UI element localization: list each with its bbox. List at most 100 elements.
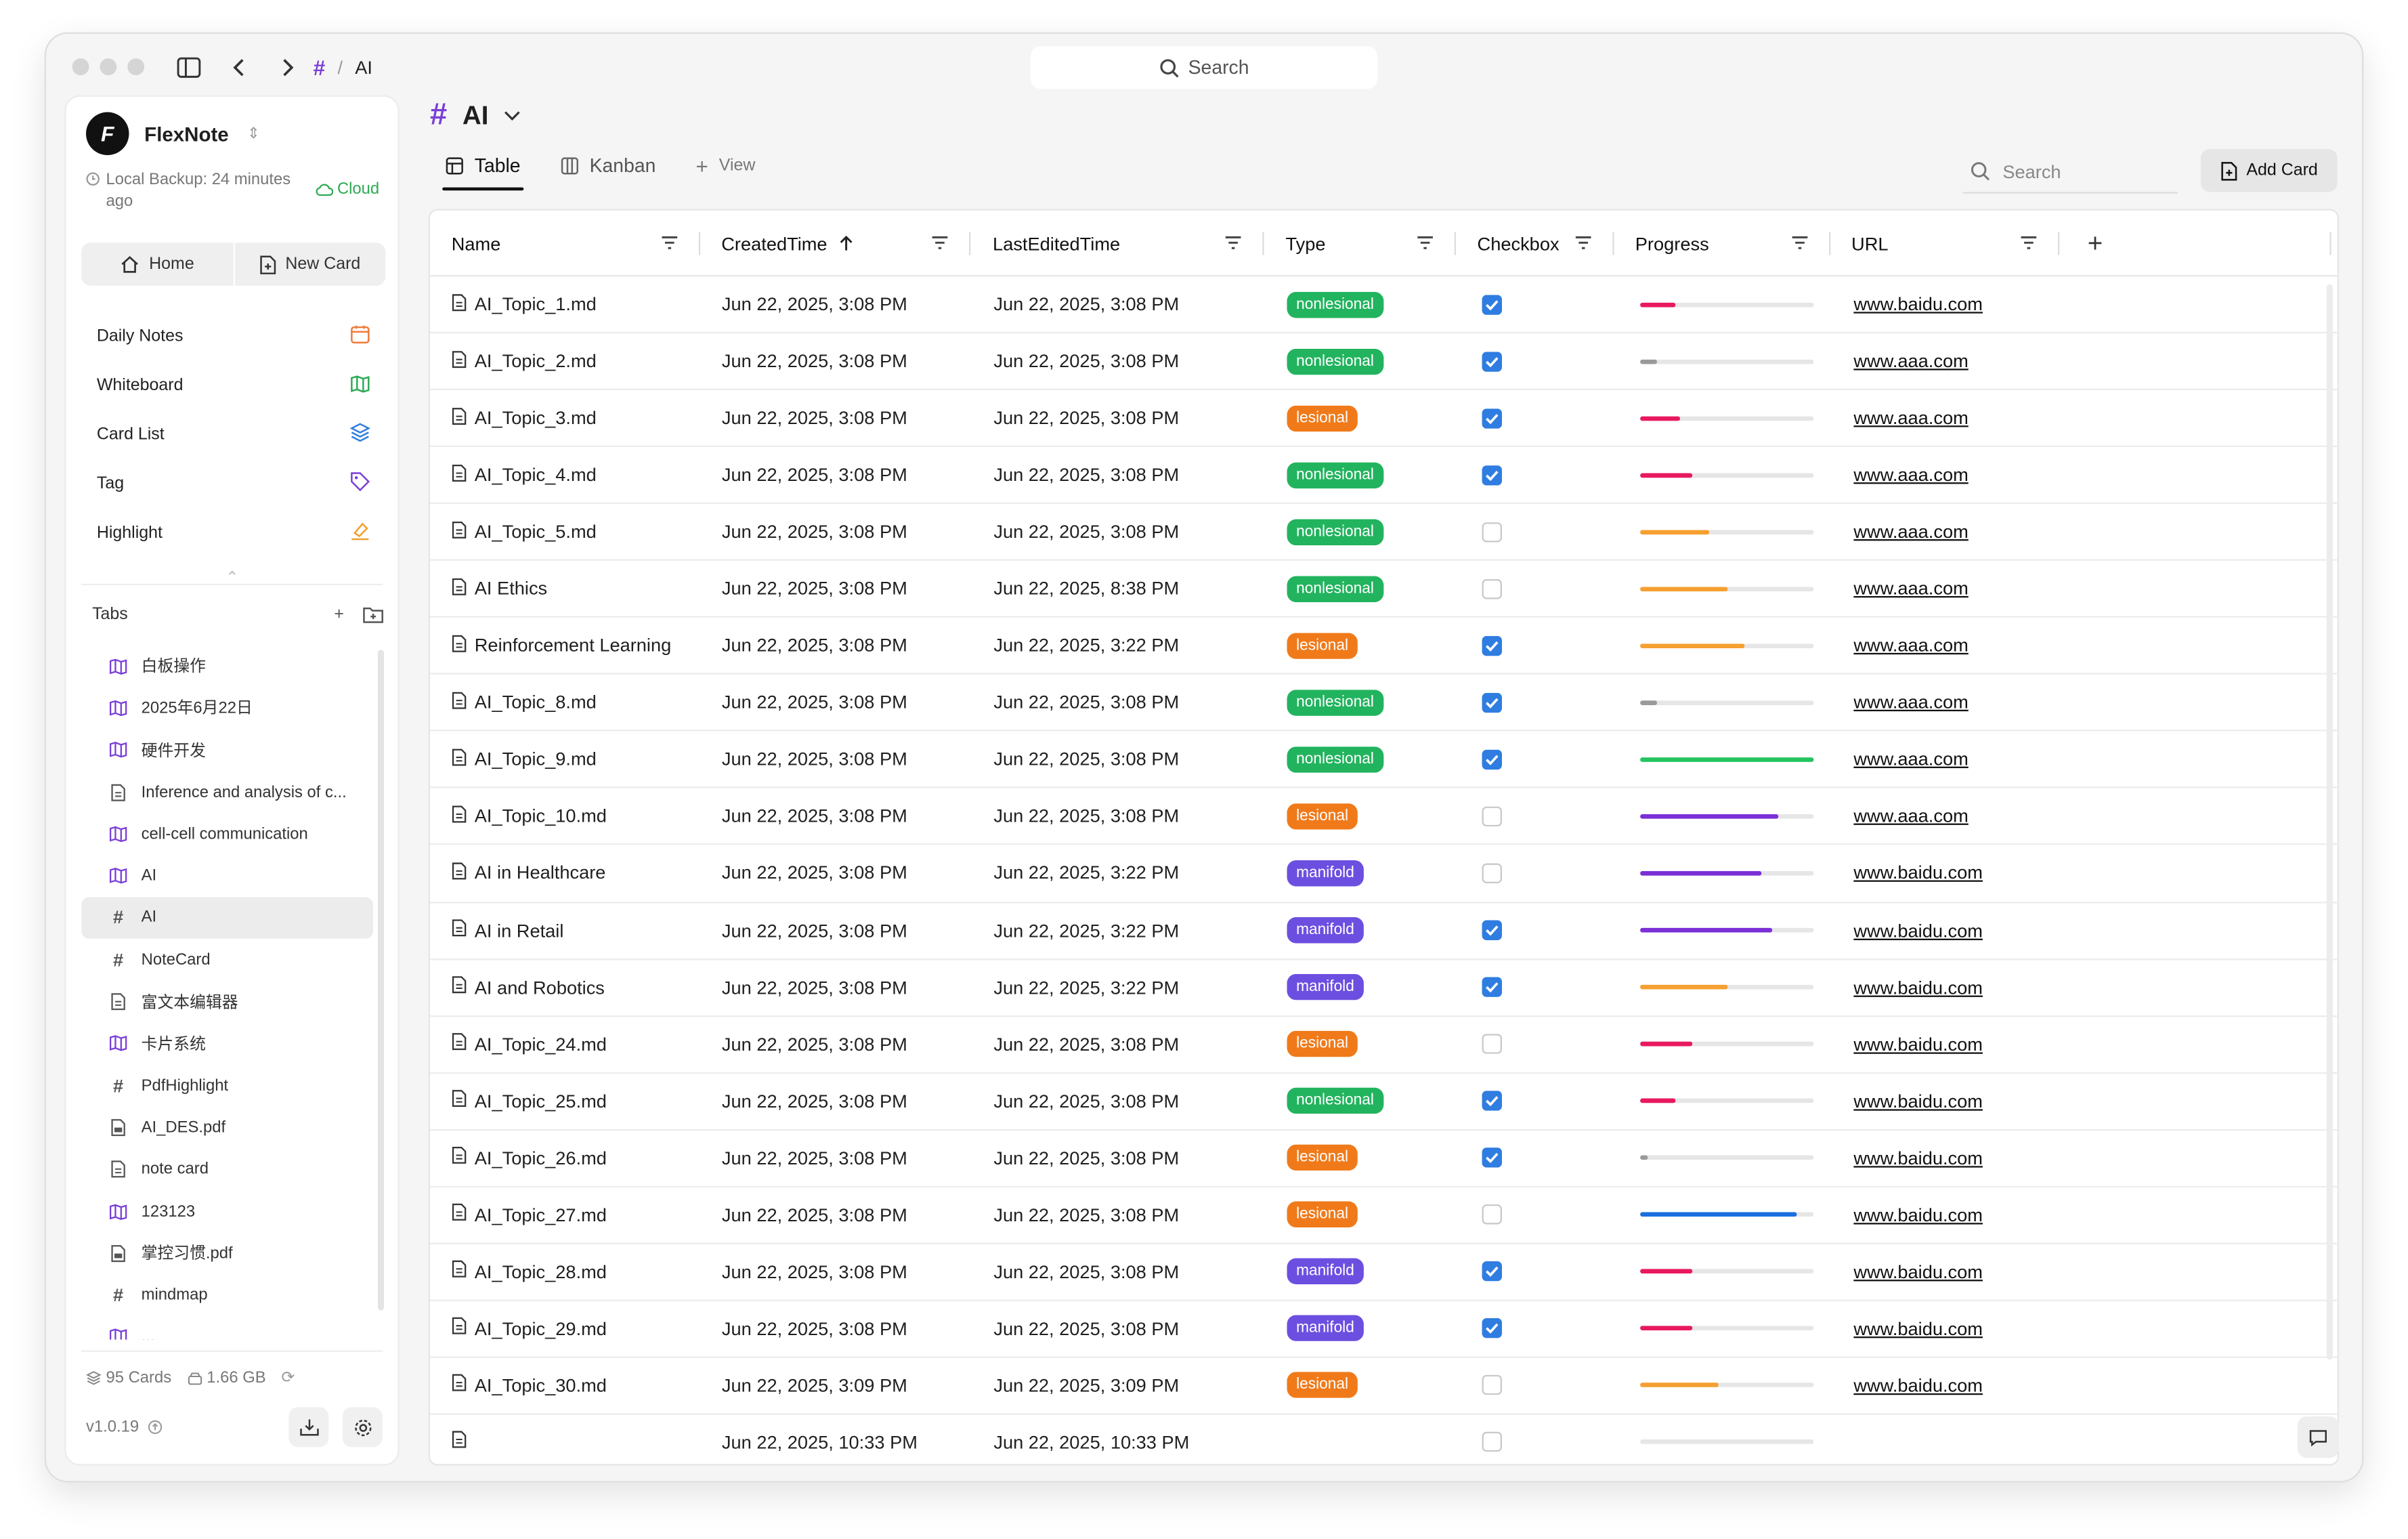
url-link[interactable]: www.aaa.com [1853, 407, 1968, 429]
cell-type[interactable]: nonlesional [1266, 575, 1457, 602]
row-checkbox[interactable] [1482, 578, 1503, 599]
tab-item[interactable]: 123123 [81, 1190, 373, 1232]
tab-item[interactable]: AI [81, 855, 373, 897]
tab-item[interactable]: # AI [81, 896, 374, 939]
table-row[interactable]: AI in Retail Jun 22, 2025, 3:08 PM Jun 2… [430, 902, 2338, 960]
cell-name[interactable]: AI_Topic_9.md [430, 748, 700, 771]
sidebar-item-card-list[interactable]: Card List [81, 410, 385, 460]
cell-type[interactable]: manifold [1266, 917, 1457, 944]
column-header-type[interactable]: Type [1264, 211, 1456, 277]
row-checkbox[interactable] [1482, 1147, 1503, 1168]
url-link[interactable]: www.baidu.com [1853, 1033, 1983, 1055]
cell-progress[interactable] [1616, 984, 1832, 990]
table-row[interactable]: AI_Topic_25.md Jun 22, 2025, 3:08 PM Jun… [430, 1073, 2338, 1131]
url-link[interactable]: www.aaa.com [1853, 578, 1968, 599]
table-row[interactable]: AI and Robotics Jun 22, 2025, 3:08 PM Ju… [430, 959, 2338, 1017]
row-checkbox[interactable] [1482, 806, 1503, 826]
cell-progress[interactable] [1616, 870, 1832, 876]
url-link[interactable]: www.baidu.com [1853, 293, 1983, 315]
url-link[interactable]: www.baidu.com [1853, 1147, 1983, 1168]
cell-progress[interactable] [1616, 643, 1832, 648]
sort-asc-icon[interactable] [838, 235, 853, 252]
cell-progress[interactable] [1616, 1212, 1832, 1217]
home-button[interactable]: Home [81, 243, 234, 286]
cell-progress[interactable] [1616, 415, 1832, 421]
url-link[interactable]: www.aaa.com [1853, 692, 1968, 713]
sidebar-toggle-icon[interactable] [175, 54, 203, 81]
cell-name[interactable] [430, 1431, 700, 1454]
upgrade-icon[interactable] [148, 1420, 164, 1435]
cell-progress[interactable] [1616, 1326, 1832, 1331]
cell-progress[interactable] [1616, 757, 1832, 762]
add-column-button[interactable]: + [2060, 211, 2338, 277]
new-card-button[interactable]: New Card [234, 243, 385, 286]
column-header-createdtime[interactable]: CreatedTime [700, 211, 972, 277]
global-search[interactable]: Search [1030, 46, 1378, 89]
cell-type[interactable]: lesional [1266, 1145, 1457, 1171]
cell-progress[interactable] [1616, 529, 1832, 534]
tab-item[interactable]: 硬件开发 [81, 729, 373, 771]
cell-name[interactable]: AI_Topic_30.md [430, 1374, 700, 1397]
breadcrumb-current[interactable]: AI [355, 57, 372, 79]
row-checkbox[interactable] [1482, 920, 1503, 941]
cell-progress[interactable] [1616, 1269, 1832, 1274]
sidebar-item-tag[interactable]: Tag [81, 459, 385, 509]
row-checkbox[interactable] [1482, 294, 1503, 314]
cell-progress[interactable] [1616, 700, 1832, 705]
table-row[interactable]: AI_Topic_10.md Jun 22, 2025, 3:08 PM Jun… [430, 788, 2338, 846]
url-link[interactable]: www.aaa.com [1853, 749, 1968, 770]
row-checkbox[interactable] [1482, 692, 1503, 713]
row-checkbox[interactable] [1482, 1432, 1503, 1453]
tab-item[interactable]: # PdfHighlight [81, 1065, 373, 1107]
cell-type[interactable]: lesional [1266, 404, 1457, 431]
settings-button[interactable] [342, 1407, 383, 1448]
url-link[interactable]: www.baidu.com [1853, 1204, 1983, 1226]
workspace-switcher[interactable]: F FlexNote ⇕ [86, 112, 260, 156]
table-row[interactable]: AI_Topic_24.md Jun 22, 2025, 3:08 PM Jun… [430, 1016, 2338, 1074]
tab-item[interactable]: 卡片系统 [81, 1023, 373, 1065]
cloud-sync[interactable]: Cloud [314, 180, 379, 198]
cell-name[interactable]: AI_Topic_25.md [430, 1089, 700, 1112]
url-link[interactable]: www.baidu.com [1853, 1090, 1983, 1112]
tab-table[interactable]: Table [442, 154, 523, 191]
table-row[interactable]: AI_Topic_26.md Jun 22, 2025, 3:08 PM Jun… [430, 1131, 2338, 1187]
table-row[interactable]: AI_Topic_3.md Jun 22, 2025, 3:08 PM Jun … [430, 390, 2338, 448]
cell-type[interactable]: nonlesional [1266, 746, 1457, 773]
table-row[interactable]: AI_Topic_5.md Jun 22, 2025, 3:08 PM Jun … [430, 504, 2338, 562]
column-resizer[interactable] [2329, 232, 2331, 255]
row-checkbox[interactable] [1482, 749, 1503, 770]
row-checkbox[interactable] [1482, 1375, 1503, 1396]
url-link[interactable]: www.baidu.com [1853, 1261, 1983, 1283]
row-checkbox[interactable] [1482, 1261, 1503, 1282]
row-checkbox[interactable] [1482, 522, 1503, 542]
cell-name[interactable]: AI_Topic_2.md [430, 350, 700, 373]
url-link[interactable]: www.aaa.com [1853, 805, 1968, 827]
sidebar-item-daily-notes[interactable]: Daily Notes [81, 312, 385, 361]
url-link[interactable]: www.aaa.com [1853, 350, 1968, 372]
cell-type[interactable]: lesional [1266, 1202, 1457, 1228]
filter-icon[interactable] [1574, 234, 1592, 255]
row-checkbox[interactable] [1482, 635, 1503, 656]
cell-name[interactable]: AI_Topic_1.md [430, 293, 700, 316]
add-view-button[interactable]: + View [695, 154, 755, 190]
filter-icon[interactable] [1416, 234, 1434, 255]
filter-icon[interactable] [2020, 234, 2038, 255]
filter-icon[interactable] [1790, 234, 1808, 255]
tab-item[interactable]: AI_DES.pdf [81, 1106, 373, 1148]
table-row[interactable]: AI_Topic_2.md Jun 22, 2025, 3:08 PM Jun … [430, 333, 2338, 391]
cell-name[interactable]: AI in Retail [430, 919, 700, 942]
table-row[interactable]: AI_Topic_8.md Jun 22, 2025, 3:08 PM Jun … [430, 675, 2338, 732]
cell-name[interactable]: Reinforcement Learning [430, 634, 700, 657]
sidebar-item-whiteboard[interactable]: Whiteboard [81, 361, 385, 410]
table-row[interactable]: AI in Healthcare Jun 22, 2025, 3:08 PM J… [430, 845, 2338, 903]
column-header-checkbox[interactable]: Checkbox [1456, 211, 1614, 277]
page-title[interactable]: # AI [430, 98, 521, 133]
url-link[interactable]: www.baidu.com [1853, 919, 1983, 941]
cell-progress[interactable] [1616, 1041, 1832, 1047]
url-link[interactable]: www.aaa.com [1853, 521, 1968, 543]
column-header-url[interactable]: URL [1830, 211, 2060, 277]
tab-item[interactable]: # mindmap [81, 1274, 373, 1316]
url-link[interactable]: www.baidu.com [1853, 976, 1983, 998]
url-link[interactable]: www.aaa.com [1853, 464, 1968, 486]
row-checkbox[interactable] [1482, 977, 1503, 998]
